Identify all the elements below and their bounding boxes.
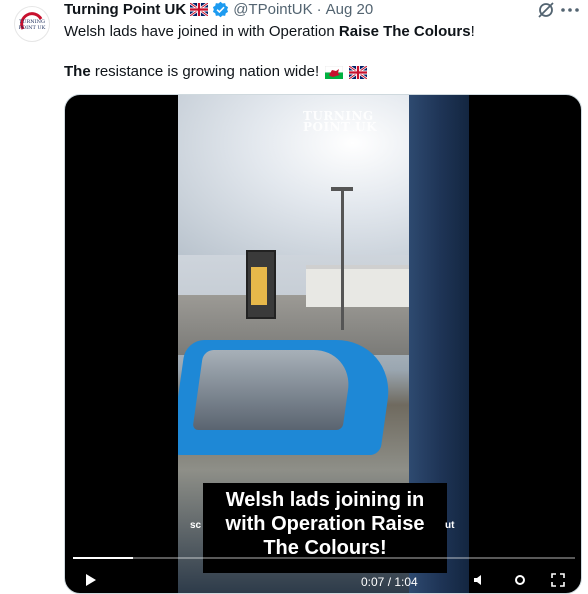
avatar[interactable]: TURNING POINT UK <box>14 6 50 42</box>
tweet-line-1-bold: Raise The Colours <box>338 23 471 40</box>
video-building <box>306 265 416 307</box>
tweet-line-1-text: Welsh lads have joined in with Operation <box>64 23 339 40</box>
author-name[interactable]: Turning Point UK <box>64 1 186 18</box>
tweet-date[interactable]: Aug 20 <box>326 1 374 18</box>
video-player[interactable]: TURNING POINT UK Welsh lads joining in w… <box>64 94 582 594</box>
caption-line-2: with Operation Raise <box>225 513 425 535</box>
author-handle[interactable]: @TPointUK <box>233 1 312 18</box>
video-caption: Welsh lads joining in with Operation Rai… <box>203 488 447 560</box>
volume-icon[interactable] <box>473 573 487 587</box>
video-controls: 0:07 / 1:04 <box>73 573 575 593</box>
video-lamp-post <box>341 190 344 330</box>
video-lamp-head <box>331 187 353 191</box>
verified-badge-icon[interactable] <box>212 1 229 18</box>
tweet[interactable]: TURNING POINT UK Turning Point UK @TPoin… <box>0 0 588 594</box>
tweet-line-2-bold: The <box>64 63 91 80</box>
play-icon[interactable] <box>85 573 97 587</box>
caption-fragment-left: sc <box>190 520 202 531</box>
fullscreen-icon[interactable] <box>551 573 565 587</box>
video-time: 0:07 / 1:04 <box>361 575 418 589</box>
turning-point-logo-icon: TURNING POINT UK <box>19 12 46 31</box>
uk-flag-icon <box>348 64 369 80</box>
separator-dot: · <box>316 0 322 18</box>
more-icon[interactable] <box>556 0 584 20</box>
tweet-line-1-suffix: ! <box>470 23 475 40</box>
tweet-line-1: Welsh lads have joined in with Operation… <box>64 22 574 42</box>
video-watermark: TURNING POINT UK <box>303 110 378 134</box>
uk-flag-icon <box>190 2 209 16</box>
tweet-line-2-text: resistance is growing nation wide! <box>90 63 320 80</box>
svg-text:POINT UK: POINT UK <box>19 25 46 31</box>
video-mirror-glass <box>192 350 354 430</box>
settings-icon[interactable] <box>513 573 527 587</box>
grok-icon[interactable] <box>536 0 556 20</box>
wales-flag-icon <box>325 65 344 79</box>
watermark-line-2: POINT UK <box>303 120 378 134</box>
video-progress-bar[interactable] <box>73 557 575 559</box>
caption-fragment-right: ut <box>445 520 455 531</box>
tweet-header: Turning Point UK @TPointUK · Aug 20 <box>64 0 373 18</box>
tweet-text: Welsh lads have joined in with Operation… <box>64 22 574 82</box>
video-progress-fill <box>73 557 134 559</box>
tweet-line-2: The resistance is growing nation wide! <box>64 62 574 82</box>
video-kiosk-panel <box>251 267 267 305</box>
caption-line-1: Welsh lads joining in <box>225 489 425 511</box>
